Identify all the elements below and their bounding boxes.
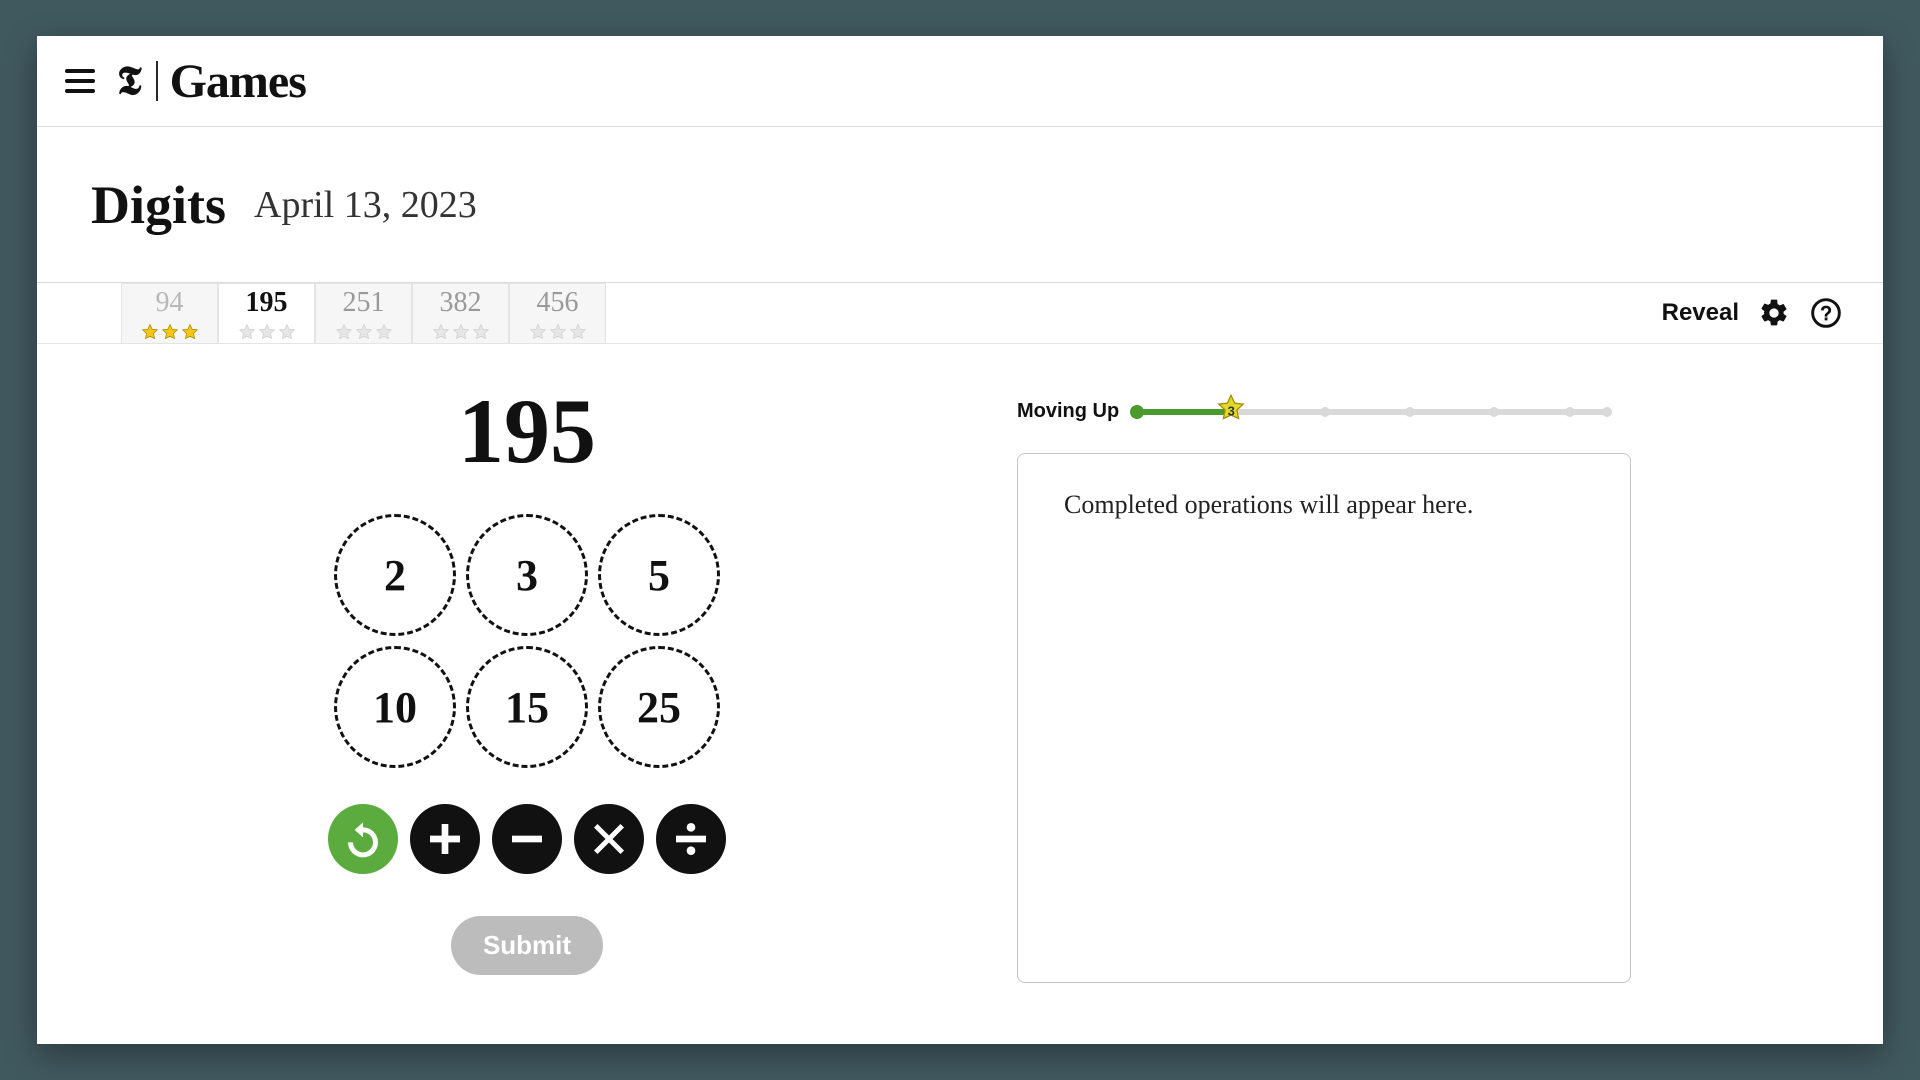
operations-row	[328, 804, 726, 874]
progress-dot	[1565, 407, 1575, 417]
gear-icon	[1758, 297, 1790, 329]
progress-star-value: 3	[1228, 403, 1235, 418]
star-icon	[355, 323, 373, 341]
brand-product: Games	[170, 54, 306, 109]
plus-icon	[425, 819, 465, 859]
puzzle-tab-382[interactable]: 382	[412, 283, 509, 343]
nyt-logo-icon: 𝕿	[117, 61, 142, 101]
number-tile-3[interactable]: 3	[466, 514, 588, 636]
puzzle-tab-stars	[335, 323, 393, 341]
star-icon	[569, 323, 587, 341]
star-icon	[161, 323, 179, 341]
puzzle-tab-stars	[238, 323, 296, 341]
star-icon	[335, 323, 353, 341]
puzzle-tab-value: 195	[246, 287, 288, 319]
progress-dot	[1489, 407, 1499, 417]
star-icon	[238, 323, 256, 341]
star-icon	[258, 323, 276, 341]
star-icon	[452, 323, 470, 341]
multiply-icon	[589, 819, 629, 859]
progress-dot	[1130, 405, 1144, 419]
star-icon	[529, 323, 547, 341]
operations-placeholder: Completed operations will appear here.	[1064, 490, 1584, 520]
game-name: Digits	[91, 174, 226, 236]
star-icon	[549, 323, 567, 341]
puzzle-column: 195 235 101525 Submit	[37, 370, 1017, 983]
progress-star: 3	[1216, 392, 1246, 427]
puzzle-tab-value: 94	[156, 287, 184, 319]
number-tile-25[interactable]: 25	[598, 646, 720, 768]
puzzle-tab-94[interactable]: 94	[121, 283, 218, 343]
divide-icon	[671, 819, 711, 859]
star-icon	[181, 323, 199, 341]
progress-dot	[1602, 407, 1612, 417]
brand: 𝕿 Games	[117, 54, 306, 109]
help-button[interactable]	[1809, 296, 1843, 330]
target-number: 195	[458, 378, 596, 484]
progress-dot	[1320, 407, 1330, 417]
puzzle-tab-value: 251	[343, 287, 385, 319]
submit-button[interactable]: Submit	[451, 916, 603, 975]
star-icon	[375, 323, 393, 341]
star-icon	[278, 323, 296, 341]
reveal-button[interactable]: Reveal	[1662, 299, 1739, 327]
progress-bar: 3	[1137, 409, 1607, 415]
multiply-button[interactable]	[574, 804, 644, 874]
global-header: 𝕿 Games	[37, 36, 1883, 127]
puzzle-tab-stars	[141, 323, 199, 341]
app-frame: 𝕿 Games Digits April 13, 2023 94 195 251 38…	[37, 36, 1883, 1044]
puzzle-tabs: 94 195 251 382 456	[121, 283, 606, 343]
subtract-button[interactable]	[492, 804, 562, 874]
undo-button[interactable]	[328, 804, 398, 874]
puzzle-tab-456[interactable]: 456	[509, 283, 606, 343]
help-icon	[1810, 297, 1842, 329]
minus-icon	[507, 819, 547, 859]
progress-dot	[1405, 407, 1415, 417]
game-date: April 13, 2023	[254, 183, 477, 227]
puzzle-tab-195[interactable]: 195	[218, 283, 315, 343]
play-area: 195 235101525 Submit	[37, 344, 1883, 983]
add-button[interactable]	[410, 804, 480, 874]
number-grid: 235 101525	[334, 514, 720, 768]
settings-button[interactable]	[1757, 296, 1791, 330]
menu-button[interactable]	[65, 69, 95, 93]
puzzle-tab-stars	[529, 323, 587, 341]
star-icon	[472, 323, 490, 341]
star-icon	[432, 323, 450, 341]
brand-separator	[156, 61, 158, 101]
puzzle-tab-stars	[432, 323, 490, 341]
number-tile-15[interactable]: 15	[466, 646, 588, 768]
progress-row: Moving Up 3	[1017, 400, 1607, 423]
divide-button[interactable]	[656, 804, 726, 874]
star-icon	[141, 323, 159, 341]
puzzle-selector-row: 94 195 251 382 456 Reveal	[37, 283, 1883, 344]
puzzle-tab-value: 382	[440, 287, 482, 319]
progress-label: Moving Up	[1017, 400, 1119, 423]
game-title-row: Digits April 13, 2023	[37, 127, 1883, 283]
operations-panel: Completed operations will appear here.	[1017, 453, 1631, 983]
puzzle-tab-251[interactable]: 251	[315, 283, 412, 343]
number-tile-2[interactable]: 2	[334, 514, 456, 636]
number-tile-5[interactable]: 5	[598, 514, 720, 636]
puzzle-tab-value: 456	[537, 287, 579, 319]
number-tile-10[interactable]: 10	[334, 646, 456, 768]
undo-icon	[343, 819, 383, 859]
progress-column: Moving Up 3 Completed operations will ap…	[1017, 370, 1657, 983]
